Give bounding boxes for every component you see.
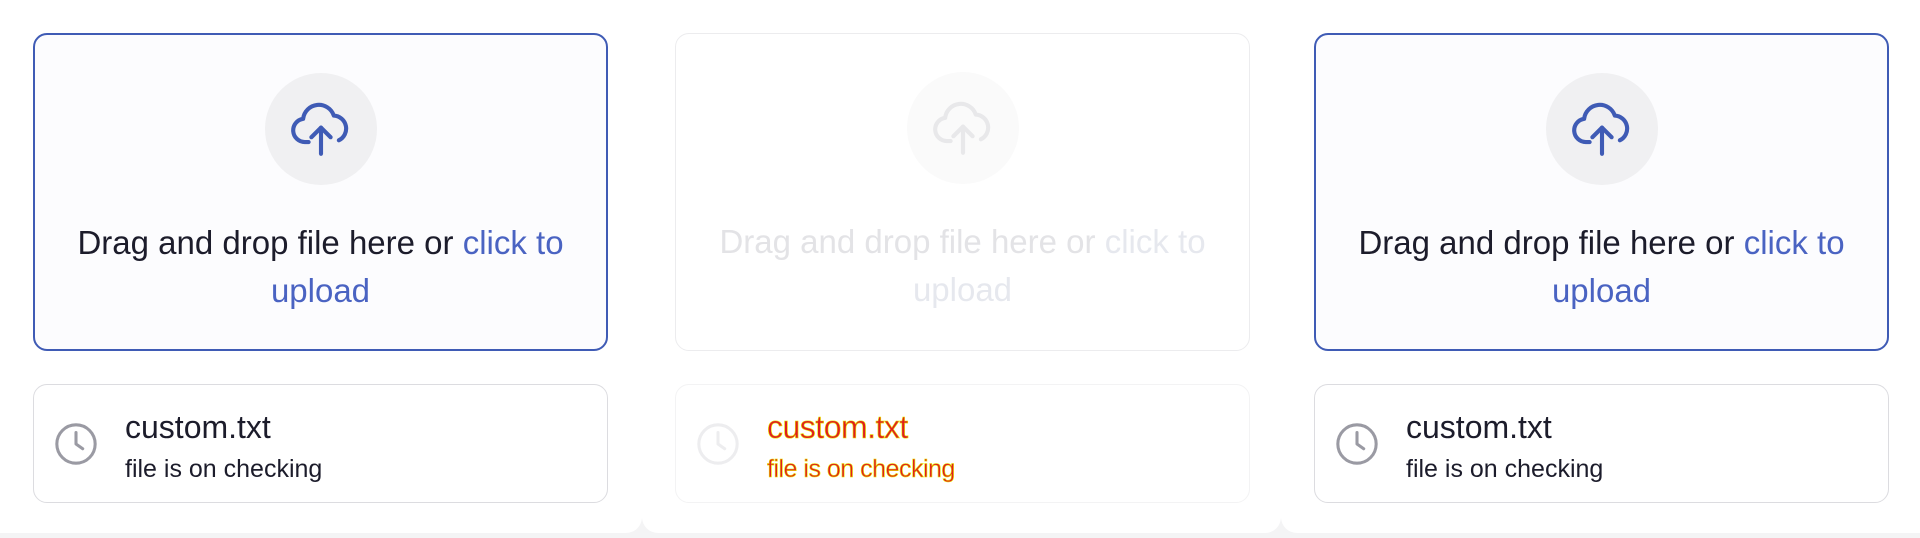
upload-icon-badge [906, 72, 1019, 184]
uploader-panel-3: Drag and drop file here or click to uplo… [1281, 0, 1920, 533]
file-name: custom.txt [767, 409, 909, 446]
file-status: file is on checking [125, 455, 323, 483]
upload-icon-badge [1545, 73, 1658, 185]
clock-icon [55, 423, 97, 465]
dropzone-text: Drag and drop file here or [77, 224, 463, 261]
dropzone-instructions: Drag and drop file here or click to uplo… [706, 218, 1219, 314]
dropzone-instructions: Drag and drop file here or click to uplo… [65, 219, 576, 315]
file-dropzone[interactable]: Drag and drop file here or click to uplo… [1314, 33, 1889, 351]
cloud-upload-icon [290, 102, 348, 156]
file-name: custom.txt [125, 409, 271, 445]
file-dropzone-disabled: Drag and drop file here or click to uplo… [675, 33, 1250, 351]
clock-icon [697, 423, 739, 465]
uploader-panel-1: Drag and drop file here or click to uplo… [0, 0, 642, 533]
dropzone-text: Drag and drop file here or [719, 223, 1105, 260]
file-item: custom.txt file is on checking [1314, 384, 1889, 503]
file-dropzone[interactable]: Drag and drop file here or click to uplo… [33, 33, 608, 351]
file-name: custom.txt [1406, 409, 1552, 445]
clock-icon [1336, 423, 1378, 465]
uploader-panel-2: Drag and drop file here or click to uplo… [642, 0, 1281, 533]
cloud-upload-icon [932, 101, 990, 155]
file-item: custom.txt file is on checking [675, 384, 1250, 503]
cloud-upload-icon [1571, 102, 1629, 156]
dropzone-instructions: Drag and drop file here or click to uplo… [1346, 219, 1857, 315]
file-status: file is on checking [1406, 455, 1604, 483]
dropzone-text: Drag and drop file here or [1358, 224, 1744, 261]
file-status: file is on checking [767, 455, 956, 484]
file-item: custom.txt file is on checking [33, 384, 608, 503]
upload-icon-badge [264, 73, 377, 185]
